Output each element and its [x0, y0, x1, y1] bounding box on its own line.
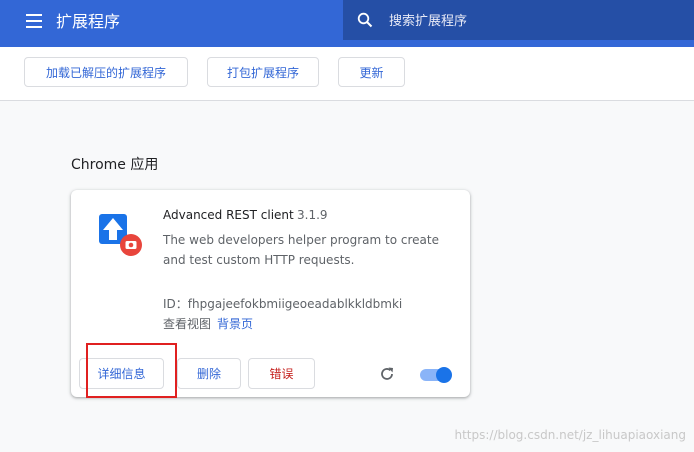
reload-icon[interactable] — [378, 365, 396, 383]
app-arrow-icon — [99, 214, 142, 256]
load-unpacked-button[interactable]: 加载已解压的扩展程序 — [24, 57, 188, 87]
menu-icon[interactable] — [26, 14, 42, 28]
remove-button[interactable]: 删除 — [177, 358, 241, 389]
extension-id-label: ID： — [163, 297, 188, 311]
errors-button[interactable]: 错误 — [248, 358, 315, 389]
extension-card: Advanced REST client 3.1.9 The web devel… — [71, 190, 470, 398]
pack-extension-button[interactable]: 打包扩展程序 — [207, 57, 319, 87]
inspect-views-label: 查看视图 — [163, 317, 212, 331]
update-button[interactable]: 更新 — [338, 57, 405, 87]
section-title: Chrome 应用 — [71, 157, 159, 173]
page-title: 扩展程序 — [56, 12, 121, 31]
extension-id-row: ID：fhpgajeefokbmiigeoeadablkkldbmki — [163, 295, 402, 312]
extension-description: The web developers helper program to cre… — [163, 233, 439, 267]
inspect-views-row: 查看视图 背景页 — [163, 315, 253, 332]
extension-name: Advanced REST client — [163, 208, 294, 222]
extension-id-value: fhpgajeefokbmiigeoeadablkkldbmki — [187, 297, 403, 311]
search-box[interactable] — [343, 0, 694, 40]
search-icon — [357, 12, 373, 28]
watermark: https://blog.csdn.net/jz_lihuapiaoxiang — [454, 428, 686, 442]
toolbar: 加载已解压的扩展程序 打包扩展程序 更新 — [0, 47, 694, 101]
enable-toggle[interactable] — [420, 367, 452, 383]
extension-version: 3.1.9 — [297, 208, 328, 222]
app-header: 扩展程序 — [0, 0, 694, 47]
highlight-annotation — [86, 343, 177, 398]
search-input[interactable] — [387, 10, 681, 32]
background-page-link[interactable]: 背景页 — [217, 317, 253, 331]
toggle-knob — [436, 367, 452, 383]
